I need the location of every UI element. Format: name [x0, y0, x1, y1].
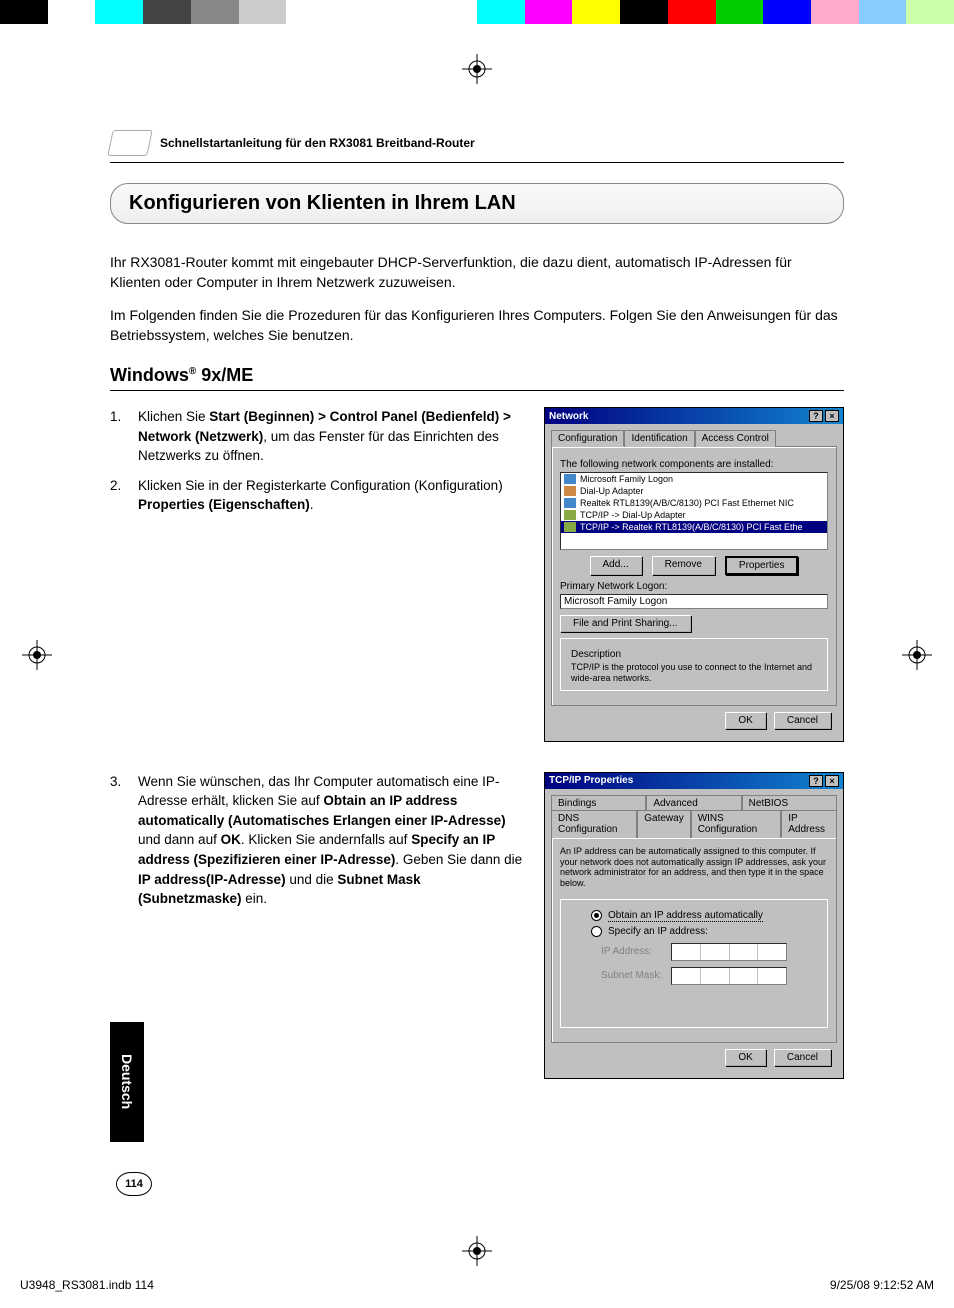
tab-wins[interactable]: WINS Configuration	[691, 810, 782, 838]
section-title: Konfigurieren von Klienten in Ihrem LAN	[110, 183, 844, 224]
registration-mark-top	[462, 54, 492, 84]
tab-ip-address[interactable]: IP Address	[781, 810, 837, 838]
close-button[interactable]: ×	[825, 775, 839, 787]
tab-dns[interactable]: DNS Configuration	[551, 810, 637, 838]
tcpip-dialog: TCP/IP Properties ? × Bindings Advanced …	[544, 772, 844, 1079]
intro-text: Ihr RX3081-Router kommt mit eingebauter …	[110, 252, 844, 345]
document-title: Schnellstartanleitung für den RX3081 Bre…	[160, 136, 475, 150]
primary-logon-select[interactable]: Microsoft Family Logon	[560, 594, 828, 609]
registration-mark-bottom	[462, 1236, 492, 1266]
tab-access-control[interactable]: Access Control	[695, 430, 776, 447]
tab-advanced[interactable]: Advanced	[646, 795, 741, 811]
color-registration-bar	[0, 0, 954, 24]
document-header: Schnellstartanleitung für den RX3081 Bre…	[110, 130, 844, 163]
page-number: 114	[116, 1172, 152, 1196]
components-listbox[interactable]: Microsoft Family Logon Dial-Up Adapter R…	[560, 472, 828, 550]
dialog-titlebar: Network ? ×	[545, 408, 843, 424]
components-label: The following network components are ins…	[560, 459, 828, 470]
remove-button[interactable]: Remove	[652, 556, 715, 575]
tab-gateway[interactable]: Gateway	[637, 810, 690, 838]
tab-identification[interactable]: Identification	[624, 430, 694, 447]
dialog-titlebar: TCP/IP Properties ? ×	[545, 773, 843, 789]
properties-button[interactable]: Properties	[725, 556, 799, 575]
subnet-mask-label: Subnet Mask:	[601, 970, 663, 981]
close-button[interactable]: ×	[825, 410, 839, 422]
help-button[interactable]: ?	[809, 410, 823, 422]
footer-timestamp: 9/25/08 9:12:52 AM	[830, 1278, 934, 1292]
rule-line	[110, 390, 844, 391]
file-print-sharing-button[interactable]: File and Print Sharing...	[560, 615, 691, 632]
registration-mark-left	[22, 640, 52, 670]
language-tab: Deutsch	[110, 1022, 144, 1142]
dialog-title: TCP/IP Properties	[549, 775, 633, 786]
add-button[interactable]: Add...	[590, 556, 642, 575]
subsection-heading: Windows® 9x/ME	[110, 365, 844, 386]
primary-logon-label: Primary Network Logon:	[560, 581, 828, 592]
radio-obtain-auto-label: Obtain an IP address automatically	[608, 910, 763, 922]
tab-bindings[interactable]: Bindings	[551, 795, 646, 811]
description-label: Description	[571, 649, 817, 660]
step-1: Klichen Sie Start (Beginnen) > Control P…	[110, 407, 526, 466]
ip-address-input[interactable]	[671, 943, 787, 961]
tcpip-description: An IP address can be automatically assig…	[560, 846, 828, 889]
radio-specify[interactable]	[591, 926, 602, 937]
intro-paragraph-1: Ihr RX3081-Router kommt mit eingebauter …	[110, 252, 844, 293]
page-footer: U3948_RS3081.indb 114 9/25/08 9:12:52 AM	[20, 1278, 934, 1292]
step-2: Klicken Sie in der Registerkarte Configu…	[110, 476, 526, 515]
ok-button[interactable]: OK	[725, 1049, 765, 1066]
ip-address-label: IP Address:	[601, 946, 663, 957]
step-3: Wenn Sie wünschen, das Ihr Computer auto…	[110, 772, 526, 909]
brand-chip-icon	[107, 130, 153, 156]
help-button[interactable]: ?	[809, 775, 823, 787]
description-text: TCP/IP is the protocol you use to connec…	[571, 662, 817, 684]
tab-configuration[interactable]: Configuration	[551, 430, 624, 447]
ok-button[interactable]: OK	[725, 712, 765, 729]
cancel-button[interactable]: Cancel	[774, 712, 831, 729]
intro-paragraph-2: Im Folgenden finden Sie die Prozeduren f…	[110, 305, 844, 346]
dialog-title: Network	[549, 411, 588, 422]
cancel-button[interactable]: Cancel	[774, 1049, 831, 1066]
registration-mark-right	[902, 640, 932, 670]
footer-filename: U3948_RS3081.indb 114	[20, 1278, 154, 1292]
radio-obtain-auto[interactable]	[591, 910, 602, 921]
network-dialog: Network ? × Configuration Identification…	[544, 407, 844, 742]
radio-specify-label: Specify an IP address:	[608, 926, 708, 937]
subnet-mask-input[interactable]	[671, 967, 787, 985]
tab-netbios[interactable]: NetBIOS	[742, 795, 837, 811]
